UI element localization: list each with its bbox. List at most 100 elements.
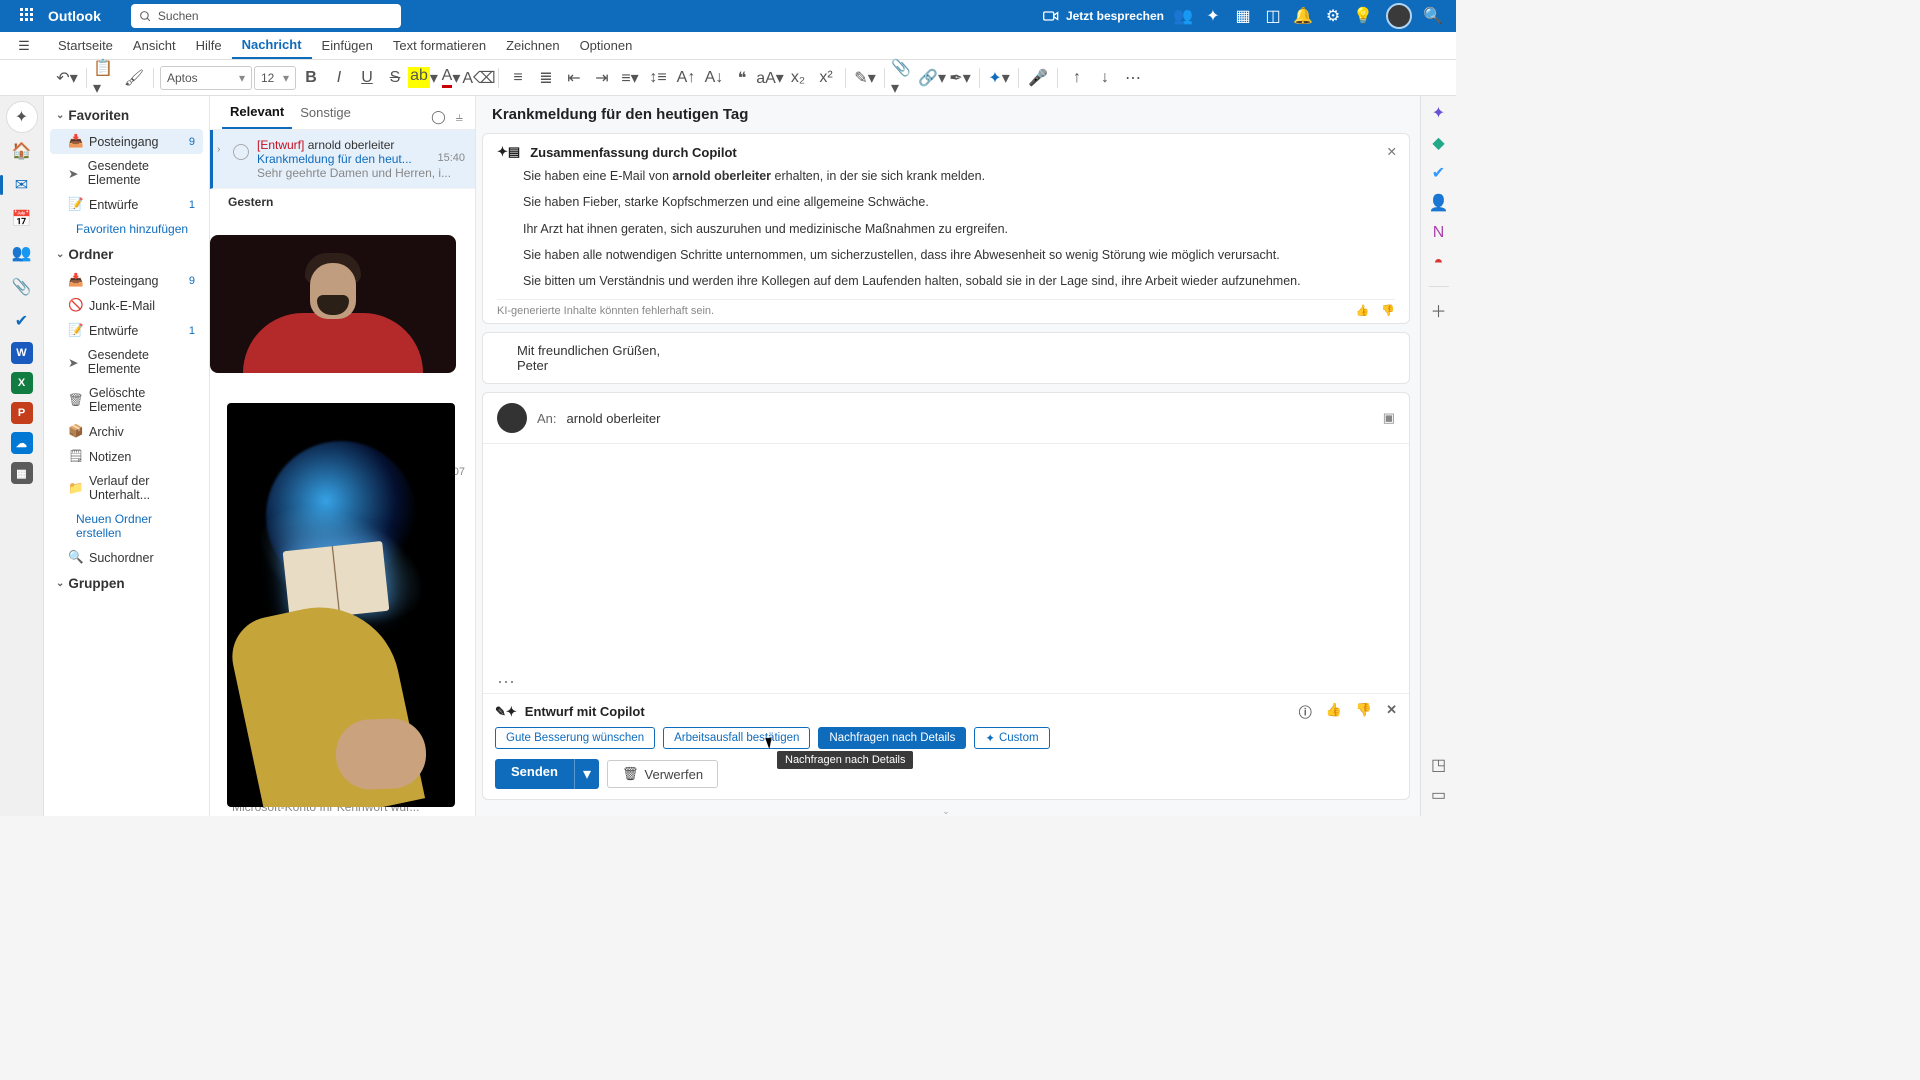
tab-optionen[interactable]: Optionen xyxy=(570,32,643,59)
tab-focused[interactable]: Relevant xyxy=(222,104,292,129)
filter-icon[interactable]: ⫨ xyxy=(456,109,463,125)
italic-icon[interactable]: I xyxy=(326,65,352,91)
mail-rail-icon[interactable]: ✉ xyxy=(6,169,38,201)
account-avatar[interactable] xyxy=(1386,3,1412,29)
search-folders[interactable]: 🔍Suchordner xyxy=(50,545,203,570)
folders-header[interactable]: Ordner xyxy=(46,241,207,268)
groups-header[interactable]: Gruppen xyxy=(46,570,207,597)
bold-icon[interactable]: B xyxy=(298,65,324,91)
search-right-icon[interactable]: 🔍 xyxy=(1418,1,1448,31)
send-button[interactable]: Senden ▾ xyxy=(495,759,599,789)
tab-einfuegen[interactable]: Einfügen xyxy=(312,32,383,59)
planner-side-icon[interactable]: ◆ xyxy=(1428,132,1450,154)
sender-avatar[interactable] xyxy=(497,403,527,433)
onedrive-app-icon[interactable]: ☁ xyxy=(11,432,33,454)
global-search[interactable]: Suchen xyxy=(131,4,401,28)
chip-nachfragen-details[interactable]: Nachfragen nach Details xyxy=(818,727,966,749)
tab-ansicht[interactable]: Ansicht xyxy=(123,32,186,59)
more-dots-icon[interactable]: ⋯ xyxy=(483,672,1409,693)
thumbs-down-icon[interactable]: 👎 xyxy=(1381,304,1395,317)
immersive-icon[interactable]: ▭ xyxy=(1428,784,1450,806)
thumbs-down-icon[interactable]: 👎 xyxy=(1356,702,1372,721)
change-case-icon[interactable]: aA▾ xyxy=(757,65,783,91)
contacts-side-icon[interactable]: 👤 xyxy=(1428,192,1450,214)
people-rail-icon[interactable]: 👥 xyxy=(6,237,38,269)
thumbs-up-icon[interactable]: 👍 xyxy=(1356,304,1370,317)
fav-drafts[interactable]: 📝Entwürfe1 xyxy=(50,192,203,217)
clear-format-icon[interactable]: A⌫ xyxy=(466,65,492,91)
line-spacing-icon[interactable]: ↕≡ xyxy=(645,65,671,91)
compose-body[interactable] xyxy=(483,444,1409,672)
folder-drafts[interactable]: 📝Entwürfe1 xyxy=(50,318,203,343)
hamburger-icon[interactable]: ☰ xyxy=(6,32,42,60)
folder-notes[interactable]: 🗒Notizen xyxy=(50,444,203,469)
bullets-icon[interactable]: ≡ xyxy=(505,65,531,91)
link-icon[interactable]: 🔗▾ xyxy=(919,65,945,91)
undo-icon[interactable]: ↶▾ xyxy=(54,65,80,91)
decrease-font-icon[interactable]: A↓ xyxy=(701,65,727,91)
font-size-select[interactable]: 12▾ xyxy=(254,66,296,90)
collapse-handle-icon[interactable]: ⌄ xyxy=(478,806,1414,816)
font-family-select[interactable]: Aptos▾ xyxy=(160,66,252,90)
indent-icon[interactable]: ⇥ xyxy=(589,65,615,91)
strike-icon[interactable]: S xyxy=(382,65,408,91)
format-painter-icon[interactable]: 🖌 xyxy=(121,65,147,91)
increase-font-icon[interactable]: A↑ xyxy=(673,65,699,91)
styles-icon[interactable]: ✎▾ xyxy=(852,65,878,91)
fav-inbox[interactable]: 📥Posteingang9 xyxy=(50,129,203,154)
highlight-icon[interactable]: ab▾ xyxy=(410,65,436,91)
tab-zeichnen[interactable]: Zeichnen xyxy=(496,32,569,59)
quote-icon[interactable]: ❝ xyxy=(729,65,755,91)
folder-archive[interactable]: 📦Archiv xyxy=(50,419,203,444)
font-color-icon[interactable]: A▾ xyxy=(438,65,464,91)
select-all-icon[interactable]: ◯ xyxy=(431,109,446,125)
close-icon[interactable]: ✕ xyxy=(1386,702,1397,721)
dictate-icon[interactable]: 🎤 xyxy=(1025,65,1051,91)
folder-inbox[interactable]: 📥Posteingang9 xyxy=(50,268,203,293)
powerpoint-app-icon[interactable]: P xyxy=(11,402,33,424)
numbering-icon[interactable]: ≣ xyxy=(533,65,559,91)
discard-button[interactable]: 🗑Verwerfen xyxy=(607,760,718,788)
signature-icon[interactable]: ✒▾ xyxy=(947,65,973,91)
align-icon[interactable]: ≡▾ xyxy=(617,65,643,91)
premium-icon[interactable]: ✦ xyxy=(1198,1,1228,31)
tab-startseite[interactable]: Startseite xyxy=(48,32,123,59)
calendar-rail-icon[interactable]: 📅 xyxy=(6,203,38,235)
todo-rail-icon[interactable]: ✔ xyxy=(6,305,38,337)
folder-conversation-history[interactable]: 📁Verlauf der Unterhalt... xyxy=(50,469,203,507)
meet-camera-icon[interactable] xyxy=(1036,1,1066,31)
excel-app-icon[interactable]: X xyxy=(11,372,33,394)
tab-other[interactable]: Sonstige xyxy=(292,105,359,128)
folder-junk[interactable]: 🚫Junk-E-Mail xyxy=(50,293,203,318)
tab-text-formatieren[interactable]: Text formatieren xyxy=(383,32,496,59)
fav-sent[interactable]: ➤Gesendete Elemente xyxy=(50,154,203,192)
recipient-name[interactable]: arnold oberleiter xyxy=(567,411,661,426)
teams-icon[interactable]: 👥 xyxy=(1168,1,1198,31)
paste-icon[interactable]: 📋▾ xyxy=(93,65,119,91)
tab-nachricht[interactable]: Nachricht xyxy=(232,32,312,59)
thumbs-up-icon[interactable]: 👍 xyxy=(1326,702,1342,721)
viva-side-icon[interactable]: ◓ xyxy=(1428,252,1450,274)
add-app-icon[interactable]: ＋ xyxy=(1428,299,1450,321)
chip-gute-besserung[interactable]: Gute Besserung wünschen xyxy=(495,727,655,749)
tab-hilfe[interactable]: Hilfe xyxy=(186,32,232,59)
copilot-rail-icon[interactable]: ✦ xyxy=(6,101,38,133)
new-folder-link[interactable]: Neuen Ordner erstellen xyxy=(46,507,207,545)
more-toolbar-icon[interactable]: ⋯ xyxy=(1120,65,1146,91)
app-launcher-icon[interactable] xyxy=(20,8,36,24)
home-rail-icon[interactable]: 🏠 xyxy=(6,135,38,167)
files-rail-icon[interactable]: 📎 xyxy=(6,271,38,303)
settings-icon[interactable]: ⚙ xyxy=(1318,1,1348,31)
expand-thread-icon[interactable]: › xyxy=(217,144,220,155)
attach-icon[interactable]: 📎▾ xyxy=(891,65,917,91)
superscript-icon[interactable]: x² xyxy=(813,65,839,91)
send-dropdown-icon[interactable]: ▾ xyxy=(574,759,599,789)
subscript-icon[interactable]: x₂ xyxy=(785,65,811,91)
more-apps-icon[interactable]: ▦ xyxy=(11,462,33,484)
underline-icon[interactable]: U xyxy=(354,65,380,91)
folder-sent[interactable]: ➤Gesendete Elemente xyxy=(50,343,203,381)
favorites-header[interactable]: Favoriten xyxy=(46,102,207,129)
important-down-icon[interactable]: ↓ xyxy=(1092,65,1118,91)
important-up-icon[interactable]: ↑ xyxy=(1064,65,1090,91)
calendar-day-icon[interactable]: ▦ xyxy=(1228,1,1258,31)
